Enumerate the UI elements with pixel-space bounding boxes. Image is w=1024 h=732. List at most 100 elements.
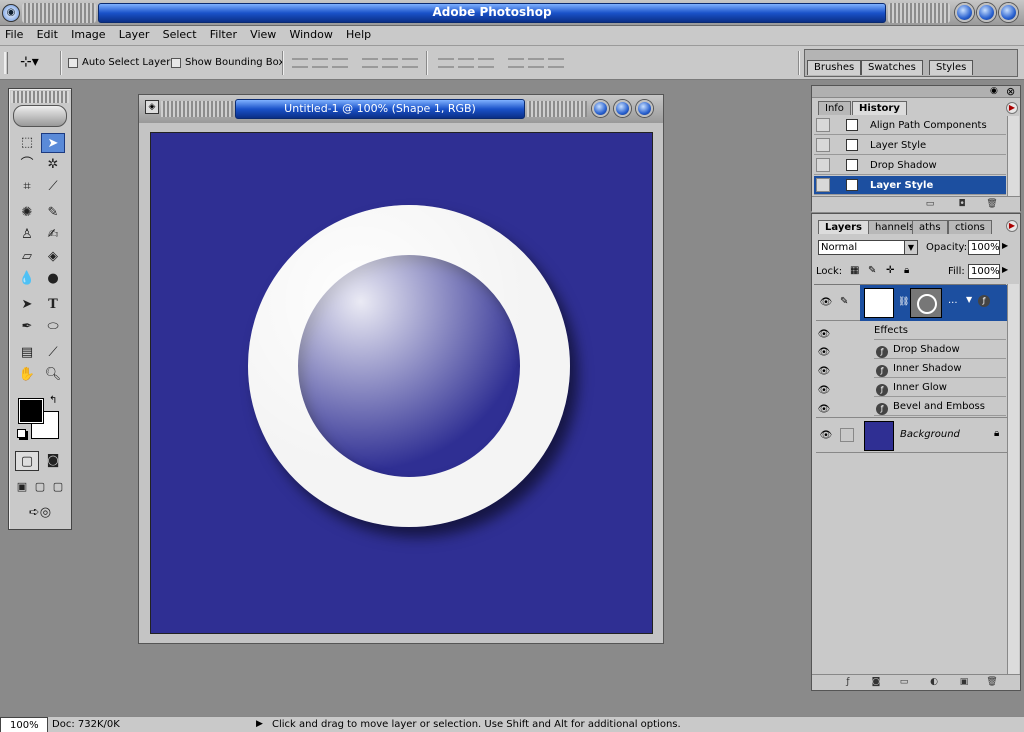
lock-all-icon[interactable]: 🔒︎	[904, 265, 909, 276]
history-item-selected[interactable]: Layer Style	[814, 176, 1006, 195]
history-menu-arrow-icon[interactable]: ▶	[1006, 102, 1018, 114]
move-tool-preset-icon[interactable]: ⊹▾	[20, 54, 39, 70]
crop-tool-icon[interactable]: ⌗	[15, 177, 39, 197]
document-title-bar[interactable]: ◈ Untitled-1 @ 100% (Shape 1, RGB)	[139, 95, 663, 123]
menu-layer[interactable]: Layer	[114, 26, 155, 41]
checkbox-box[interactable]	[171, 57, 181, 68]
new-layer-icon[interactable]: ▣	[958, 677, 970, 688]
chevron-down-icon[interactable]: ▼	[904, 241, 917, 254]
tab-layers[interactable]: Layers	[818, 220, 869, 234]
menu-window[interactable]: Window	[284, 26, 337, 41]
brush-tool-icon[interactable]: ✎	[41, 203, 65, 223]
jump-to-imageready-icon[interactable]: ➪◎	[15, 503, 65, 523]
doc-size[interactable]: Doc: 732K/0K	[52, 717, 120, 732]
menu-help[interactable]: Help	[341, 26, 376, 41]
marquee-tool-icon[interactable]: ⬚	[15, 133, 39, 153]
align-vertical-center-icon[interactable]	[312, 58, 328, 68]
menu-filter[interactable]: Filter	[205, 26, 242, 41]
lock-image-icon[interactable]: ✎	[868, 265, 876, 276]
move-tool-icon[interactable]: ➤	[41, 133, 65, 153]
align-top-icon[interactable]	[292, 58, 308, 68]
well-tab-swatches[interactable]: Swatches	[861, 60, 923, 75]
show-bounding-box-checkbox[interactable]: Show Bounding Box	[171, 57, 284, 68]
eye-icon[interactable]: 👁︎	[817, 346, 831, 360]
effect-row[interactable]: ƒ Bevel and Emboss	[874, 398, 1006, 416]
delete-layer-icon[interactable]: 🗑︎	[986, 677, 998, 688]
align-horizontal-center-icon[interactable]	[382, 58, 398, 68]
status-menu-arrow-icon[interactable]: ▶	[256, 717, 263, 732]
maximize-button[interactable]	[977, 3, 996, 22]
history-trash-icon[interactable]: 🗑︎	[986, 199, 998, 210]
effect-row[interactable]: ƒ Inner Shadow	[874, 360, 1006, 378]
align-right-icon[interactable]	[402, 58, 418, 68]
history-scrollbar[interactable]	[1007, 116, 1019, 196]
tab-info[interactable]: Info	[818, 101, 851, 115]
history-panel-titlebar[interactable]	[812, 86, 1020, 98]
well-tab-styles[interactable]: Styles	[929, 60, 974, 75]
screen-mode-standard-icon[interactable]: ▣	[13, 477, 31, 497]
document-canvas[interactable]	[150, 132, 653, 634]
auto-select-layer-checkbox[interactable]: Auto Select Layer	[68, 57, 170, 68]
link-box[interactable]	[840, 428, 854, 442]
menu-image[interactable]: Image	[66, 26, 110, 41]
distribute-left-icon[interactable]	[508, 58, 524, 68]
document-icon[interactable]: ◈	[145, 100, 159, 114]
chain-link-icon[interactable]: ⛓︎	[898, 297, 909, 307]
lock-transparency-icon[interactable]: ▦	[850, 265, 859, 276]
align-left-icon[interactable]	[362, 58, 378, 68]
effect-row[interactable]: ƒ Drop Shadow	[874, 341, 1006, 359]
swap-colors-icon[interactable]: ↰	[49, 395, 57, 406]
menu-view[interactable]: View	[245, 26, 281, 41]
layers-scrollbar[interactable]	[1007, 284, 1019, 674]
document-maximize-button[interactable]	[614, 100, 631, 117]
new-snapshot-icon[interactable]: ◘	[956, 199, 968, 210]
distribute-hcenter-icon[interactable]	[528, 58, 544, 68]
ring-shape[interactable]	[248, 205, 570, 527]
distribute-top-icon[interactable]	[438, 58, 454, 68]
add-mask-icon[interactable]: ◙	[870, 677, 882, 688]
paint-bucket-tool-icon[interactable]: ◈	[41, 247, 65, 267]
distribute-bottom-icon[interactable]	[478, 58, 494, 68]
toolbox-grip[interactable]	[11, 91, 69, 103]
distribute-center-icon[interactable]	[458, 58, 474, 68]
screen-mode-menu-icon[interactable]: ▢	[31, 477, 49, 497]
pen-tool-icon[interactable]: ✒	[15, 317, 39, 337]
healing-brush-tool-icon[interactable]: ✺	[15, 203, 39, 223]
tab-paths[interactable]: aths	[912, 220, 948, 234]
dodge-tool-icon[interactable]: ●	[41, 269, 65, 289]
new-adjustment-layer-icon[interactable]: ◐	[928, 677, 940, 688]
document-close-button[interactable]	[636, 100, 653, 117]
menu-file[interactable]: File	[0, 26, 28, 41]
menu-edit[interactable]: Edit	[32, 26, 63, 41]
history-item[interactable]: Align Path Components	[814, 116, 1006, 135]
history-snapshot-box[interactable]	[816, 118, 830, 132]
fill-field[interactable]: 100%	[968, 264, 1000, 279]
photoshop-eye-icon[interactable]: ◉	[2, 4, 20, 22]
vector-mask-thumbnail[interactable]	[910, 288, 942, 318]
well-tab-brushes[interactable]: Brushes	[807, 60, 862, 75]
lasso-tool-icon[interactable]: ⌒	[15, 155, 39, 175]
magic-wand-tool-icon[interactable]: ✲	[41, 155, 65, 175]
eye-icon[interactable]: 👁︎	[819, 296, 833, 310]
layer-effects-icon[interactable]: ƒ	[978, 295, 990, 307]
background-thumbnail[interactable]	[864, 421, 894, 451]
opacity-field[interactable]: 100%	[968, 240, 1000, 255]
new-set-icon[interactable]: ▭	[898, 677, 910, 688]
default-colors-icon[interactable]	[17, 429, 26, 438]
zoom-tool-icon[interactable]: 🔍︎	[41, 365, 65, 385]
brush-link-icon[interactable]: ✎	[840, 296, 848, 307]
blend-mode-select[interactable]: Normal ▼	[818, 240, 918, 255]
blur-tool-icon[interactable]: 💧	[15, 269, 39, 289]
eye-icon[interactable]: 👁︎	[817, 365, 831, 379]
foreground-color-swatch[interactable]	[19, 399, 43, 423]
layer-row-shape[interactable]: 👁︎ ✎ ⛓︎ ... ▼ ƒ	[816, 285, 1008, 321]
stamp-tool-icon[interactable]: ♙	[15, 225, 39, 245]
panel-collapse-icon[interactable]: ◉	[990, 86, 998, 96]
history-snapshot-box[interactable]	[816, 178, 830, 192]
align-bottom-icon[interactable]	[332, 58, 348, 68]
effects-header[interactable]: Effects	[874, 322, 1006, 340]
layer-fill-thumbnail[interactable]	[864, 288, 894, 318]
eye-icon[interactable]: 👁︎	[817, 328, 831, 342]
opacity-arrow-icon[interactable]: ▶	[1002, 241, 1008, 250]
zoom-field[interactable]: 100%	[0, 717, 48, 732]
